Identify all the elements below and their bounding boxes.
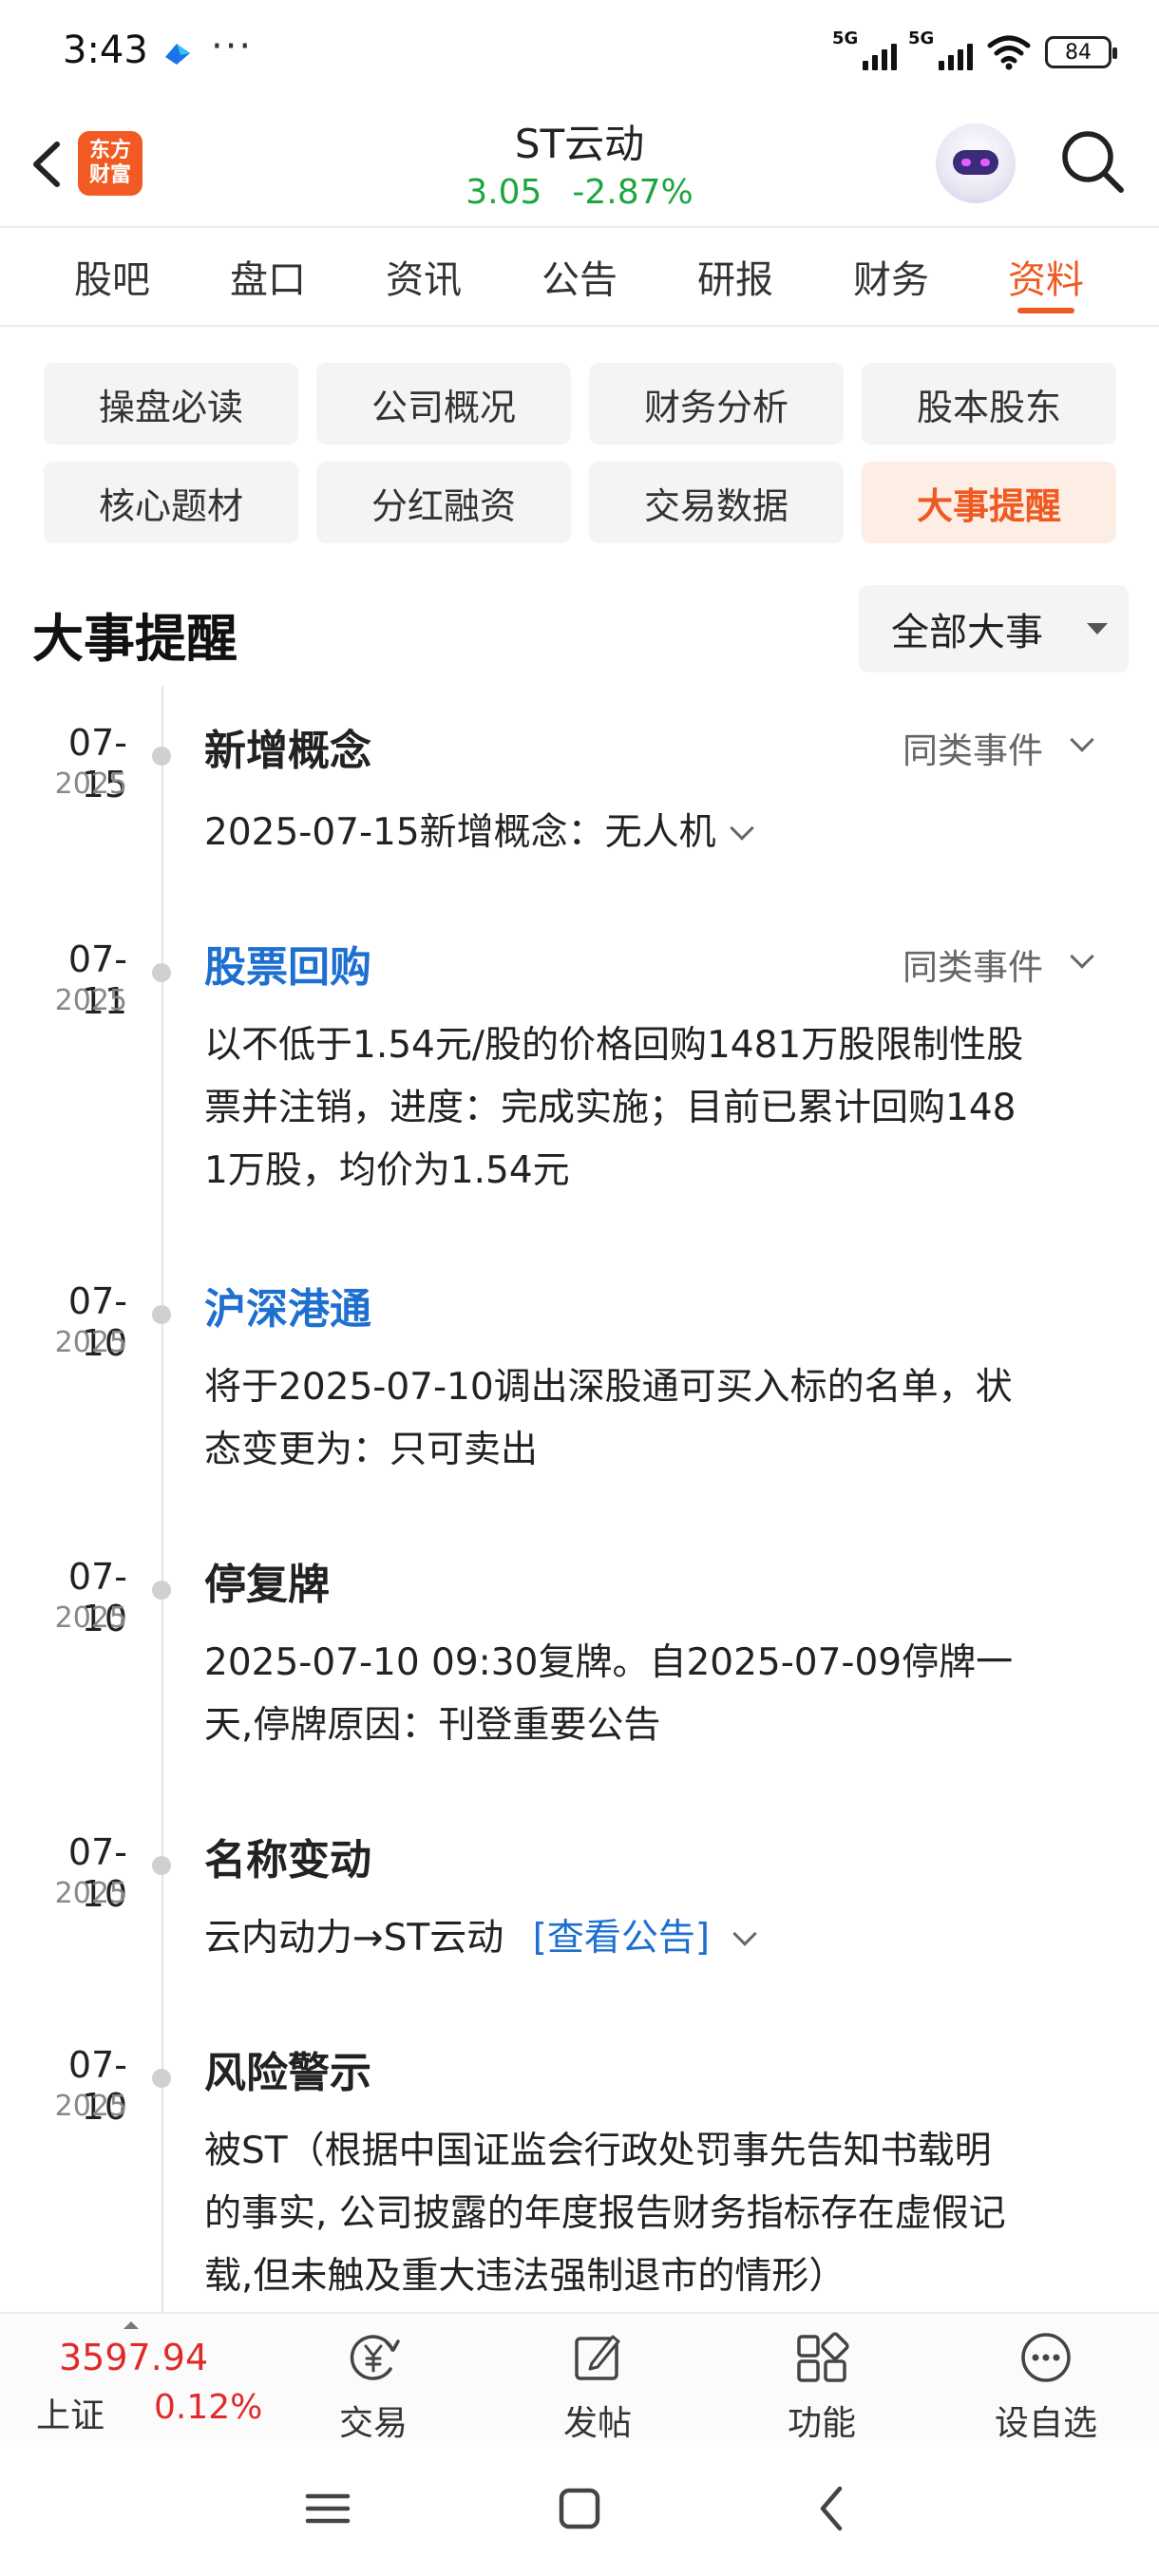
index-name: 上证 — [36, 2396, 105, 2435]
chip-major-events[interactable]: 大事提醒 — [862, 462, 1116, 543]
back-nav-icon[interactable] — [800, 2475, 866, 2542]
active-tab-indicator — [1017, 308, 1074, 313]
tabs-divider — [0, 325, 1159, 327]
battery-icon: 84 — [1045, 36, 1117, 68]
event-body: 云内动力→ST云动 [查看公告] — [204, 1907, 1097, 1970]
event-title-link[interactable]: 沪深港通 — [204, 1275, 371, 1335]
chip-dividend-financing[interactable]: 分红融资 — [316, 462, 571, 543]
chevron-down-icon[interactable] — [732, 1922, 757, 1946]
event-title: 新增概念 — [204, 727, 371, 775]
chevron-down-icon — [1070, 944, 1094, 969]
nav-functions-button[interactable]: 功能 — [741, 2321, 902, 2443]
event-title: 风险警示 — [204, 2049, 371, 2097]
tab-zixun[interactable]: 资讯 — [348, 249, 500, 304]
similar-events-toggle[interactable]: 同类事件 — [902, 722, 1094, 773]
timeline-dot — [152, 2069, 171, 2088]
bottom-toolbar: 3597.94 上证 0.12% 交易 发帖 功能 设自选 — [0, 2312, 1159, 2443]
trade-yen-icon — [350, 2335, 400, 2380]
event-body: 以不低于1.54元/股的价格回购1481万股限制性股 票并注销，进度：完成实施；… — [204, 1024, 1024, 1192]
tab-caiwu[interactable]: 财务 — [815, 249, 967, 304]
caret-down-icon — [1087, 623, 1108, 635]
view-announcement-link[interactable]: [查看公告] — [533, 1917, 710, 1960]
index-change-pct: 0.12% — [154, 2388, 263, 2427]
signal-5g-2-icon: 5G — [908, 28, 973, 70]
timeline-dot — [152, 1856, 171, 1875]
timeline-dot — [152, 963, 171, 982]
nav-more-button[interactable]: 设自选 — [965, 2321, 1127, 2443]
timeline-dot — [152, 1581, 171, 1600]
event-year: 2025 — [54, 1877, 127, 1910]
chip-financial-analysis[interactable]: 财务分析 — [589, 363, 844, 445]
more-dots-icon — [1021, 2333, 1071, 2382]
chip-core-themes[interactable]: 核心题材 — [44, 462, 298, 543]
chip-company-overview[interactable]: 公司概况 — [316, 363, 571, 445]
event-body: 2025-07-10 09:30复牌。自2025-07-09停牌一 天,停牌原因… — [204, 1641, 1014, 1747]
index-value: 3597.94 — [59, 2337, 209, 2378]
chip-caopan[interactable]: 操盘必读 — [44, 363, 298, 445]
tab-yanbao[interactable]: 研报 — [659, 249, 811, 304]
chip-shareholders[interactable]: 股本股东 — [862, 363, 1116, 445]
wifi-icon — [987, 35, 1031, 70]
event-title: 名称变动 — [204, 1836, 371, 1885]
stock-tabs: 股吧 盘口 资讯 公告 研报 财务 资料 — [0, 228, 1159, 325]
menu-icon[interactable] — [294, 2475, 361, 2542]
edit-icon — [575, 2335, 620, 2380]
system-navigation-bar — [0, 2441, 1159, 2576]
chevron-down-icon — [1070, 728, 1094, 752]
status-bar: 3:43 ··· 5G 5G 84 — [0, 0, 1159, 104]
similar-events-toggle[interactable]: 同类事件 — [902, 938, 1094, 990]
status-right: 5G 5G 84 — [832, 28, 1117, 74]
nav-trade-button[interactable]: 交易 — [293, 2321, 454, 2443]
caret-up-icon — [124, 2321, 139, 2329]
stock-price: 3.05 — [466, 173, 542, 212]
chip-trading-data[interactable]: 交易数据 — [589, 462, 844, 543]
tab-guba[interactable]: 股吧 — [36, 249, 188, 304]
stock-header: 东方 财富 ST云动 3.05 -2.87% — [0, 104, 1159, 226]
status-time: 3:43 — [63, 28, 148, 72]
nav-post-button[interactable]: 发帖 — [517, 2321, 678, 2443]
event-body: 被ST（根据中国证监会行政处罚事先告知书载明 的事实, 公司披露的年度报告财务指… — [204, 2130, 1006, 2298]
event-title: 停复牌 — [204, 1561, 330, 1609]
search-icon[interactable] — [1056, 125, 1129, 198]
event-year: 2025 — [54, 767, 127, 801]
app-notification-icon — [165, 44, 190, 65]
home-icon[interactable] — [546, 2475, 613, 2542]
event-year: 2025 — [54, 984, 127, 1017]
event-year: 2025 — [54, 2090, 127, 2123]
chevron-down-icon — [729, 816, 754, 841]
tab-gonggao[interactable]: 公告 — [504, 249, 656, 304]
event-title-link[interactable]: 股票回购 — [204, 933, 371, 994]
event-year: 2025 — [54, 1601, 127, 1635]
timeline-dot — [152, 1305, 171, 1324]
event-body: 将于2025-07-10调出深股通可买入标的名单，状 态变更为：只可卖出 — [204, 1366, 1013, 1471]
section-title: 大事提醒 — [32, 609, 238, 669]
event-year: 2025 — [54, 1326, 127, 1359]
timeline-dot — [152, 747, 171, 766]
tab-pankou[interactable]: 盘口 — [192, 249, 344, 304]
signal-5g-1-icon: 5G — [832, 28, 897, 70]
event-filter-dropdown[interactable]: 全部大事 — [859, 585, 1129, 672]
stock-change-pct: -2.87% — [572, 173, 694, 212]
grid-apps-icon — [797, 2332, 849, 2382]
status-more-icon: ··· — [211, 25, 254, 68]
robot-assistant-icon[interactable] — [936, 123, 1016, 203]
tab-ziliao[interactable]: 资料 — [970, 249, 1122, 304]
event-body[interactable]: 2025-07-15新增概念：无人机 — [204, 802, 1097, 864]
